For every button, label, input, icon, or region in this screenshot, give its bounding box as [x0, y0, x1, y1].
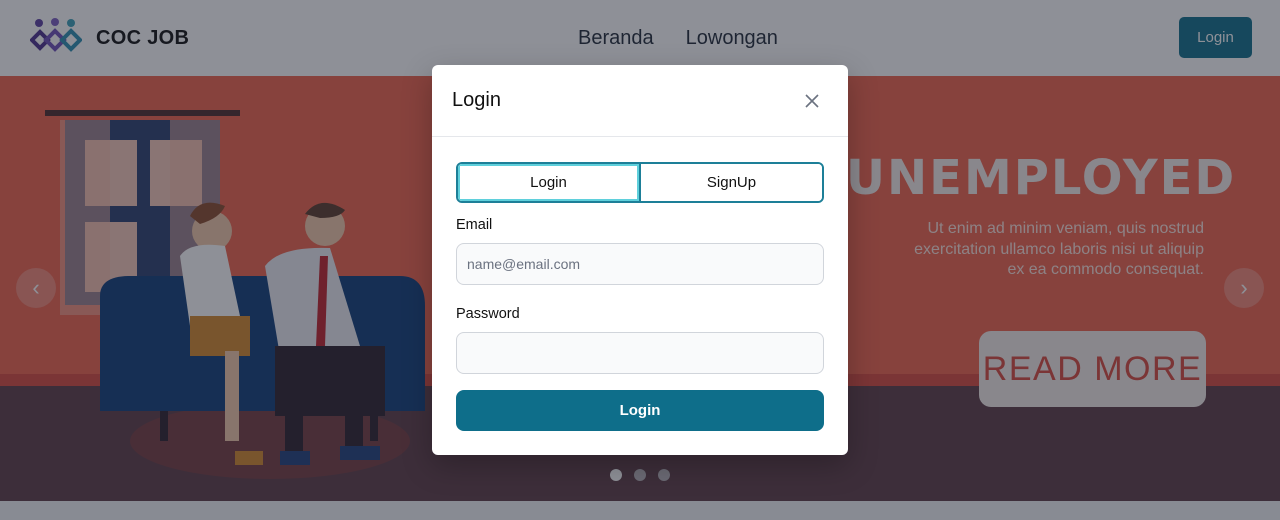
- tab-signup[interactable]: SignUp: [639, 164, 822, 201]
- tab-login[interactable]: Login: [458, 164, 639, 201]
- login-modal: Login Login SignUp Email Password Login: [432, 65, 848, 455]
- email-field[interactable]: [456, 243, 824, 285]
- password-label: Password: [456, 306, 520, 322]
- close-icon: [805, 94, 819, 108]
- modal-title: Login: [452, 89, 501, 111]
- modal-header: Login: [432, 65, 848, 137]
- auth-tabs: Login SignUp: [456, 162, 824, 203]
- email-label: Email: [456, 217, 493, 233]
- close-button[interactable]: [800, 89, 824, 113]
- password-field[interactable]: [456, 332, 824, 374]
- login-submit-button[interactable]: Login: [456, 390, 824, 431]
